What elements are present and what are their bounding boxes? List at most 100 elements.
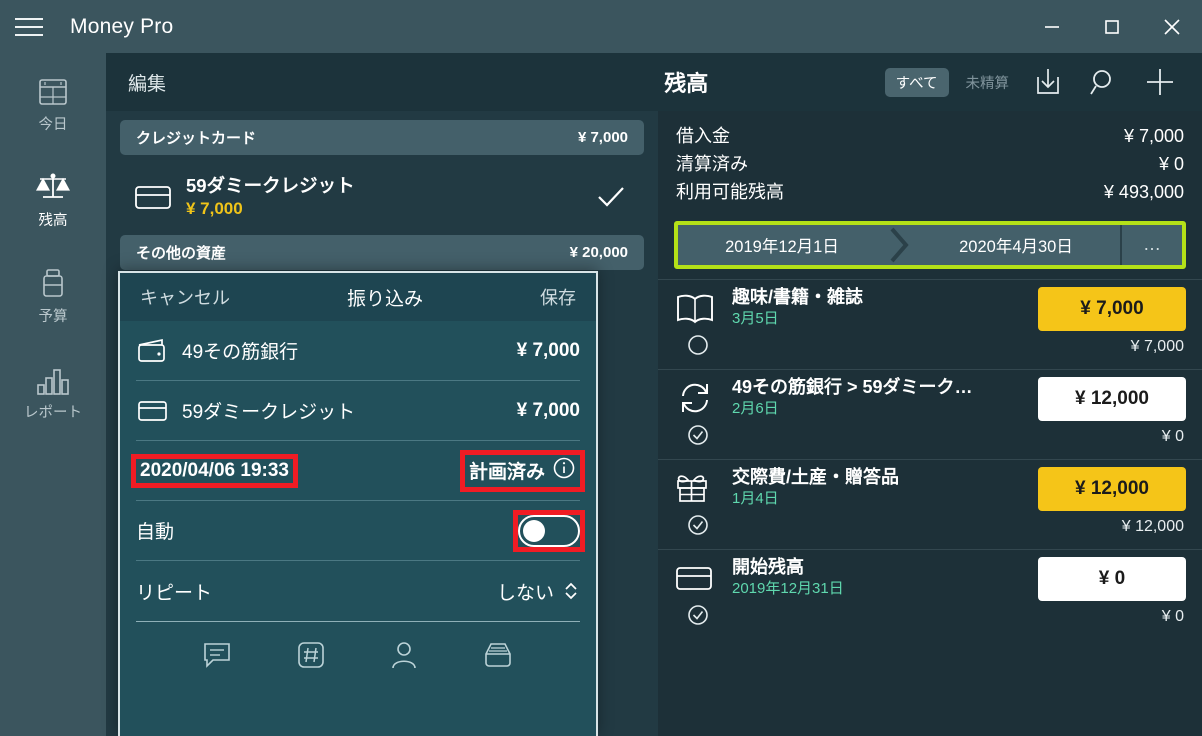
cleared-toggle-icon[interactable] xyxy=(686,513,710,542)
summary-label: 借入金 xyxy=(676,126,730,146)
panel-header: 残高 すべて 未精算 xyxy=(658,53,1202,111)
group-total: ¥ 7,000 xyxy=(577,129,628,146)
account-group-header[interactable]: クレジットカード ¥ 7,000 xyxy=(120,120,644,155)
transaction-amount[interactable]: ¥ 12,000 xyxy=(1038,376,1186,421)
transfer-from-amount[interactable]: ¥ 7,000 xyxy=(517,340,580,362)
transaction-title: 開始残高 xyxy=(732,556,804,577)
edit-label: 編集 xyxy=(128,73,167,95)
dialog-header: キャンセル 振り込み 保存 xyxy=(120,273,596,321)
inbox-icon[interactable] xyxy=(482,641,514,674)
running-balance: ¥ 0 xyxy=(1161,428,1184,446)
dialog-attachment-icons xyxy=(136,621,580,693)
hash-tag-icon[interactable] xyxy=(296,640,326,675)
sidebar-item-label: 予算 xyxy=(38,309,68,325)
account-name: 59ダミークレジット xyxy=(186,175,355,197)
repeat-label: リピート xyxy=(136,582,213,604)
import-button[interactable] xyxy=(1020,53,1076,111)
close-button[interactable] xyxy=(1142,0,1202,53)
summary-label: 利用可能残高 xyxy=(676,181,784,202)
summary-row: 利用可能残高 ¥ 493,000 xyxy=(676,179,1184,207)
filter-all-button[interactable]: すべて xyxy=(884,67,949,97)
date-range-selector[interactable]: 2019年12月1日 2020年4月30日 … xyxy=(678,224,1182,265)
account-row[interactable]: 59ダミークレジット ¥ 7,000 xyxy=(120,159,644,235)
sidebar-item-today[interactable]: 今日 xyxy=(0,53,106,149)
transaction-amount[interactable]: ¥ 7,000 xyxy=(1038,286,1186,331)
group-total: ¥ 20,000 xyxy=(569,244,628,261)
balance-summary: 借入金 ¥ 7,000 清算済み ¥ 0 利用可能残高 ¥ 493,000 xyxy=(658,111,1202,211)
account-group-header[interactable]: その他の資産 ¥ 20,000 xyxy=(120,235,644,270)
date-range-highlight: 2019年12月1日 2020年4月30日 … xyxy=(674,220,1186,269)
title-bar: Money Pro xyxy=(0,0,1202,53)
bar-chart-icon xyxy=(35,356,71,396)
transfer-to-row[interactable]: 59ダミークレジット ¥ 7,000 xyxy=(136,381,580,441)
dialog-title: 振り込み xyxy=(346,288,423,310)
transaction-amount[interactable]: ¥ 0 xyxy=(1038,556,1186,601)
info-icon[interactable] xyxy=(552,456,576,486)
filter-uncleared-button[interactable]: 未精算 xyxy=(955,68,1021,97)
sidebar-item-label: 残高 xyxy=(38,213,68,229)
date-range-end[interactable]: 2020年4月30日 xyxy=(912,225,1120,265)
piggy-bank-icon xyxy=(36,260,70,300)
cancel-button[interactable]: キャンセル xyxy=(140,284,230,310)
person-icon[interactable] xyxy=(390,640,418,675)
transaction-title: 趣味/書籍・雑誌 xyxy=(732,286,864,307)
status-planned[interactable]: 計画済み xyxy=(459,449,586,492)
maximize-button[interactable] xyxy=(1082,0,1142,53)
app-title: Money Pro xyxy=(70,14,174,38)
accounts-list: クレジットカード ¥ 7,000 59ダミークレジット ¥ 7,000 その他の… xyxy=(106,111,658,270)
transaction-date: 3月5日 xyxy=(732,310,779,328)
book-icon xyxy=(674,287,732,326)
transaction-date: 2019年12月31日 xyxy=(732,580,844,598)
running-balance: ¥ 7,000 xyxy=(1130,338,1184,356)
save-button[interactable]: 保存 xyxy=(540,284,576,310)
hamburger-menu-icon[interactable] xyxy=(0,0,58,53)
sidebar-item-balance[interactable]: 残高 xyxy=(0,149,106,245)
toggle-knob xyxy=(523,519,545,542)
date-range-more-button[interactable]: … xyxy=(1120,224,1182,265)
transfer-from-row[interactable]: 49その筋銀行 ¥ 7,000 xyxy=(136,321,580,381)
transaction-row[interactable]: 交際費/土産・贈答品 1月4日 ¥ 12,000 ¥ 12,000 xyxy=(658,458,1202,549)
search-icon[interactable] xyxy=(1076,53,1132,111)
transaction-title: 49その筋銀行 > 59ダミーク… xyxy=(732,376,973,397)
auto-row: 自動 xyxy=(136,501,585,561)
sidebar-item-label: レポート xyxy=(24,405,82,421)
page-title: 残高 xyxy=(664,71,709,96)
balance-panel: 残高 すべて 未精算 借入金 ¥ 7,000 清算済み ¥ 0 利用可能残高 ¥… xyxy=(658,53,1202,736)
transaction-row[interactable]: 49その筋銀行 > 59ダミーク… 2月6日 ¥ 12,000 ¥ 0 xyxy=(658,368,1202,459)
cleared-toggle-icon[interactable] xyxy=(686,333,710,362)
minimize-button[interactable] xyxy=(1022,0,1082,53)
cleared-toggle-icon[interactable] xyxy=(686,423,710,452)
transfer-to-amount[interactable]: ¥ 7,000 xyxy=(517,400,580,422)
transaction-amount[interactable]: ¥ 12,000 xyxy=(1038,466,1186,511)
auto-label: 自動 xyxy=(136,522,175,543)
transfer-dialog: キャンセル 振り込み 保存 49その筋銀行 ¥ 7,000 59ダミークレジット… xyxy=(118,271,598,736)
filter-segments: すべて 未精算 xyxy=(884,67,1021,97)
transaction-row[interactable]: 開始残高 2019年12月31日 ¥ 0 ¥ 0 xyxy=(658,548,1202,639)
gift-icon xyxy=(674,467,732,506)
chevron-updown-icon[interactable] xyxy=(562,579,580,603)
group-name: その他の資産 xyxy=(136,245,227,262)
transaction-title: 交際費/土産・贈答品 xyxy=(732,466,900,487)
transfer-to-name: 59ダミークレジット xyxy=(182,402,356,423)
wallet-icon xyxy=(136,337,182,365)
date-range-start[interactable]: 2019年12月1日 xyxy=(678,225,886,265)
summary-row: 清算済み ¥ 0 xyxy=(676,151,1184,179)
transaction-row[interactable]: 趣味/書籍・雑誌 3月5日 ¥ 7,000 ¥ 7,000 xyxy=(658,278,1202,369)
repeat-row[interactable]: リピート しない xyxy=(136,561,580,621)
running-balance: ¥ 0 xyxy=(1161,608,1184,626)
sidebar-item-budget[interactable]: 予算 xyxy=(0,245,106,341)
credit-card-icon xyxy=(136,397,182,425)
comment-icon[interactable] xyxy=(202,641,232,674)
summary-label: 清算済み xyxy=(676,153,748,174)
add-transaction-button[interactable] xyxy=(1132,53,1188,111)
credit-card-icon xyxy=(134,182,186,212)
transaction-datetime[interactable]: 2020/04/06 19:33 xyxy=(131,453,298,488)
transfer-sync-icon xyxy=(674,377,732,416)
repeat-value: しない xyxy=(496,582,554,604)
transaction-date: 2月6日 xyxy=(732,400,779,418)
window-controls xyxy=(1022,0,1202,53)
sidebar-item-reports[interactable]: レポート xyxy=(0,341,106,437)
auto-toggle[interactable] xyxy=(518,514,580,547)
cleared-toggle-icon[interactable] xyxy=(686,603,710,632)
credit-card-icon xyxy=(674,557,732,596)
